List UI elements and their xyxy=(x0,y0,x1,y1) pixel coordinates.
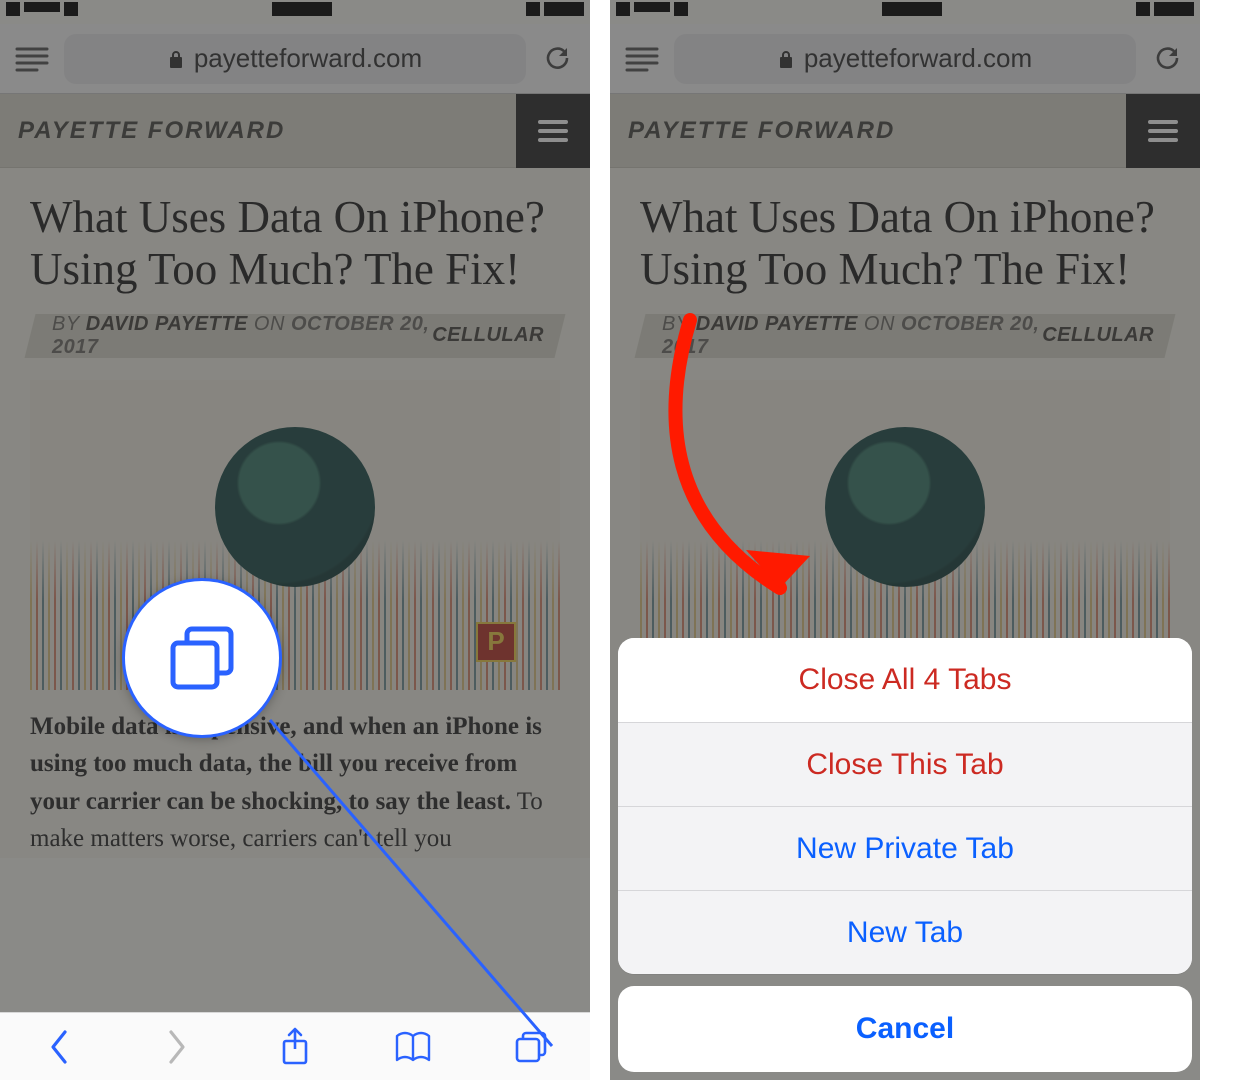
site-header: PAYETTE FORWARD xyxy=(0,94,590,168)
site-brand: PAYETTE FORWARD xyxy=(628,117,895,145)
tabs-icon xyxy=(513,1029,549,1065)
share-button[interactable] xyxy=(267,1019,323,1075)
status-alarm-icon xyxy=(526,2,540,16)
lock-icon xyxy=(168,49,184,69)
reader-view-button[interactable] xyxy=(618,35,666,83)
status-alarm-icon xyxy=(1136,2,1150,16)
tabs-icon xyxy=(159,615,245,701)
address-bar-row: payetteforward.com xyxy=(610,24,1200,94)
lock-icon xyxy=(778,49,794,69)
article-body: Mobile data is expensive, and when an iP… xyxy=(30,708,560,858)
cancel-button[interactable]: Cancel xyxy=(618,986,1192,1072)
left-screenshot: payetteforward.com PAYETTE FORWARD What … xyxy=(0,0,590,1080)
status-signal-icon xyxy=(616,2,630,16)
article-hero-image: P xyxy=(30,380,560,690)
reload-icon xyxy=(1153,44,1183,74)
byline-author: DAVID PAYETTE xyxy=(86,313,248,335)
action-sheet: Close All 4 Tabs Close This Tab New Priv… xyxy=(610,630,1200,1080)
tabs-button-callout xyxy=(122,578,282,738)
site-menu-button[interactable] xyxy=(516,94,590,168)
address-bar-row: payetteforward.com xyxy=(0,24,590,94)
byline-on: ON xyxy=(864,313,895,335)
byline-on: ON xyxy=(254,313,285,335)
site-header: PAYETTE FORWARD xyxy=(610,94,1200,168)
article: What Uses Data On iPhone? Using Too Much… xyxy=(0,168,590,858)
chevron-left-icon xyxy=(47,1028,71,1066)
status-signal-icon xyxy=(6,2,20,16)
byline: BY DAVID PAYETTE ON OCTOBER 20, 2017 CEL… xyxy=(640,308,1170,364)
reader-lines-icon xyxy=(625,46,659,72)
address-domain: payetteforward.com xyxy=(804,43,1032,74)
article-body-bold: Mobile data is expensive, and when an iP… xyxy=(30,713,542,815)
status-carrier-icon xyxy=(634,2,670,12)
article-headline: What Uses Data On iPhone? Using Too Much… xyxy=(640,192,1170,296)
status-time xyxy=(882,2,942,21)
status-bar xyxy=(0,0,590,24)
status-time xyxy=(272,2,332,21)
address-bar[interactable]: payetteforward.com xyxy=(64,34,526,84)
status-wifi-icon xyxy=(64,2,78,16)
status-battery-icon xyxy=(1154,2,1194,16)
status-carrier-icon xyxy=(24,2,60,12)
reload-button[interactable] xyxy=(534,35,582,83)
bookmarks-button[interactable] xyxy=(385,1019,441,1075)
hamburger-icon xyxy=(1147,119,1179,143)
reload-icon xyxy=(543,44,573,74)
share-icon xyxy=(279,1027,311,1067)
back-button[interactable] xyxy=(31,1019,87,1075)
globe-icon xyxy=(215,427,375,587)
chevron-right-icon xyxy=(165,1028,189,1066)
article-headline: What Uses Data On iPhone? Using Too Much… xyxy=(30,192,560,296)
reader-lines-icon xyxy=(15,46,49,72)
tabs-button[interactable] xyxy=(503,1019,559,1075)
site-menu-button[interactable] xyxy=(1126,94,1200,168)
byline-by: BY xyxy=(662,313,690,335)
forward-button[interactable] xyxy=(149,1019,205,1075)
article: What Uses Data On iPhone? Using Too Much… xyxy=(610,168,1200,690)
site-brand: PAYETTE FORWARD xyxy=(18,117,285,145)
address-domain: payetteforward.com xyxy=(194,43,422,74)
article-category: CELLULAR xyxy=(1042,324,1154,347)
status-battery-icon xyxy=(544,2,584,16)
article-category: CELLULAR xyxy=(432,324,544,347)
new-tab-button[interactable]: New Tab xyxy=(618,890,1192,974)
brand-p-badge: P xyxy=(476,622,516,662)
book-icon xyxy=(393,1030,433,1064)
byline-by: BY xyxy=(52,313,80,335)
address-bar[interactable]: payetteforward.com xyxy=(674,34,1136,84)
close-this-tab-button[interactable]: Close This Tab xyxy=(618,722,1192,806)
globe-icon xyxy=(825,427,985,587)
close-all-tabs-button[interactable]: Close All 4 Tabs xyxy=(618,638,1192,722)
byline-author: DAVID PAYETTE xyxy=(696,313,858,335)
hamburger-icon xyxy=(537,119,569,143)
reload-button[interactable] xyxy=(1144,35,1192,83)
right-screenshot: payetteforward.com PAYETTE FORWARD What … xyxy=(610,0,1200,1080)
byline: BY DAVID PAYETTE ON OCTOBER 20, 2017 CEL… xyxy=(30,308,560,364)
safari-toolbar xyxy=(0,1012,590,1080)
new-private-tab-button[interactable]: New Private Tab xyxy=(618,806,1192,890)
status-wifi-icon xyxy=(674,2,688,16)
status-bar xyxy=(610,0,1200,24)
reader-view-button[interactable] xyxy=(8,35,56,83)
